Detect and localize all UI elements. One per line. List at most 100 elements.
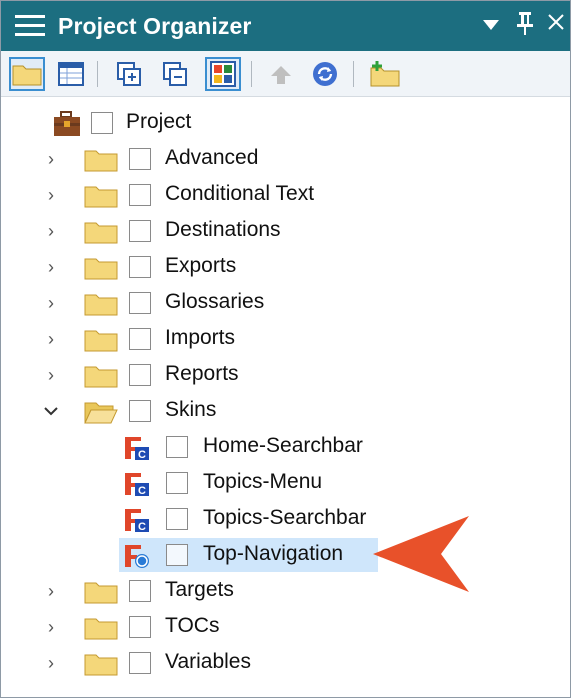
- grid-list-icon: [58, 62, 84, 86]
- checkbox[interactable]: [129, 364, 151, 386]
- tree-item-label: Project: [126, 110, 192, 133]
- hamburger-menu-icon[interactable]: [15, 15, 45, 37]
- tree-item-conditional-text[interactable]: › Conditional Text: [1, 178, 570, 212]
- folder-icon: [12, 65, 42, 86]
- folder-icon: [84, 150, 118, 172]
- tree-item-destinations[interactable]: › Destinations: [1, 214, 570, 248]
- chevron-down-icon[interactable]: [41, 401, 61, 421]
- checkbox[interactable]: [129, 148, 151, 170]
- tree-item-home-searchbar[interactable]: C Home-Searchbar: [1, 430, 570, 464]
- checkbox[interactable]: [129, 580, 151, 602]
- tree-item-skins[interactable]: Skins: [1, 394, 570, 428]
- tree-item-topics-menu[interactable]: C Topics-Menu: [1, 466, 570, 500]
- toolbar: [1, 51, 570, 97]
- new-folder-button[interactable]: [367, 57, 403, 91]
- tree-item-label: Advanced: [165, 146, 259, 169]
- skin-component-icon: C: [125, 473, 149, 497]
- checkbox[interactable]: [129, 184, 151, 206]
- folder-view-button[interactable]: [9, 57, 45, 91]
- checkbox[interactable]: [129, 328, 151, 350]
- checkbox[interactable]: [166, 544, 188, 566]
- tree-item-label: Targets: [165, 578, 234, 601]
- checkbox[interactable]: [129, 616, 151, 638]
- tree-item-label: Top-Navigation: [203, 542, 344, 565]
- tree-item-label: Destinations: [165, 218, 281, 241]
- folder-icon: [84, 330, 118, 352]
- tree-item-label: Variables: [165, 650, 251, 673]
- chevron-right-icon[interactable]: ›: [41, 581, 61, 601]
- svg-text:C: C: [138, 485, 146, 497]
- color-grid-icon: [210, 61, 236, 87]
- chevron-right-icon[interactable]: ›: [41, 653, 61, 673]
- tree-item-tocs[interactable]: › TOCs: [1, 610, 570, 644]
- chevron-right-icon[interactable]: ›: [41, 221, 61, 241]
- expand-icon: [117, 62, 141, 86]
- checkbox[interactable]: [129, 256, 151, 278]
- tree-item-exports[interactable]: › Exports: [1, 250, 570, 284]
- folder-icon: [84, 654, 118, 676]
- skin-component-icon: C: [125, 437, 149, 461]
- close-icon[interactable]: [546, 11, 566, 38]
- project-organizer-panel: Project Organizer Project › Advanced › C…: [0, 0, 571, 698]
- tree-item-imports[interactable]: › Imports: [1, 322, 570, 356]
- collapse-icon: [163, 62, 187, 86]
- tree-item-top-navigation[interactable]: Top-Navigation: [1, 538, 570, 572]
- list-view-button[interactable]: [53, 57, 89, 91]
- new-folder-icon: [370, 61, 400, 87]
- open-folder-icon: [84, 402, 118, 424]
- tree-item-label: Topics-Menu: [203, 470, 323, 493]
- refresh-button[interactable]: [307, 57, 343, 91]
- tree-item-label: Conditional Text: [165, 182, 315, 205]
- checkbox[interactable]: [166, 472, 188, 494]
- expand-all-button[interactable]: [111, 57, 147, 91]
- dropdown-arrow-icon[interactable]: [483, 20, 499, 30]
- chevron-right-icon[interactable]: ›: [41, 185, 61, 205]
- title-bar: Project Organizer: [1, 1, 570, 51]
- chevron-right-icon[interactable]: ›: [41, 365, 61, 385]
- chevron-right-icon[interactable]: ›: [41, 329, 61, 349]
- tree-item-label: Exports: [165, 254, 237, 277]
- checkbox[interactable]: [166, 508, 188, 530]
- chevron-right-icon[interactable]: ›: [41, 149, 61, 169]
- tree-item-reports[interactable]: › Reports: [1, 358, 570, 392]
- chevron-right-icon[interactable]: ›: [41, 293, 61, 313]
- tree-item-topics-searchbar[interactable]: C Topics-Searchbar: [1, 502, 570, 536]
- folder-icon: [84, 366, 118, 388]
- checkbox[interactable]: [129, 220, 151, 242]
- skin-component-icon: C: [125, 509, 149, 533]
- pin-icon[interactable]: [516, 10, 534, 43]
- svg-text:C: C: [138, 521, 146, 533]
- tree-item-label: Imports: [165, 326, 236, 349]
- tree-item-advanced[interactable]: › Advanced: [1, 142, 570, 176]
- tree-item-label: Topics-Searchbar: [203, 506, 367, 529]
- tree-item-label: Glossaries: [165, 290, 265, 313]
- tree-root-project[interactable]: Project: [1, 106, 570, 140]
- checkbox[interactable]: [129, 292, 151, 314]
- tree-item-variables[interactable]: › Variables: [1, 646, 570, 680]
- move-up-button[interactable]: [263, 57, 299, 91]
- folder-icon: [84, 258, 118, 280]
- chevron-right-icon[interactable]: ›: [41, 617, 61, 637]
- refresh-icon: [313, 62, 337, 86]
- svg-text:C: C: [138, 449, 146, 461]
- folder-icon: [84, 222, 118, 244]
- checkbox[interactable]: [129, 400, 151, 422]
- tree-item-label: Home-Searchbar: [203, 434, 363, 457]
- collapse-all-button[interactable]: [157, 57, 193, 91]
- color-view-button[interactable]: [205, 57, 241, 91]
- folder-icon: [84, 186, 118, 208]
- checkbox[interactable]: [129, 652, 151, 674]
- panel-title: Project Organizer: [58, 13, 252, 39]
- folder-icon: [84, 582, 118, 604]
- skin-navigation-icon: [125, 545, 149, 568]
- chevron-right-icon[interactable]: ›: [41, 257, 61, 277]
- tree-item-label: TOCs: [165, 614, 220, 637]
- briefcase-icon: [54, 111, 80, 136]
- tree-item-glossaries[interactable]: › Glossaries: [1, 286, 570, 320]
- tree-item-targets[interactable]: › Targets: [1, 574, 570, 608]
- callout-arrow-icon: [373, 516, 469, 592]
- tree-item-label: Skins: [165, 398, 217, 421]
- checkbox[interactable]: [91, 112, 113, 134]
- checkbox[interactable]: [166, 436, 188, 458]
- tree-item-label: Reports: [165, 362, 239, 385]
